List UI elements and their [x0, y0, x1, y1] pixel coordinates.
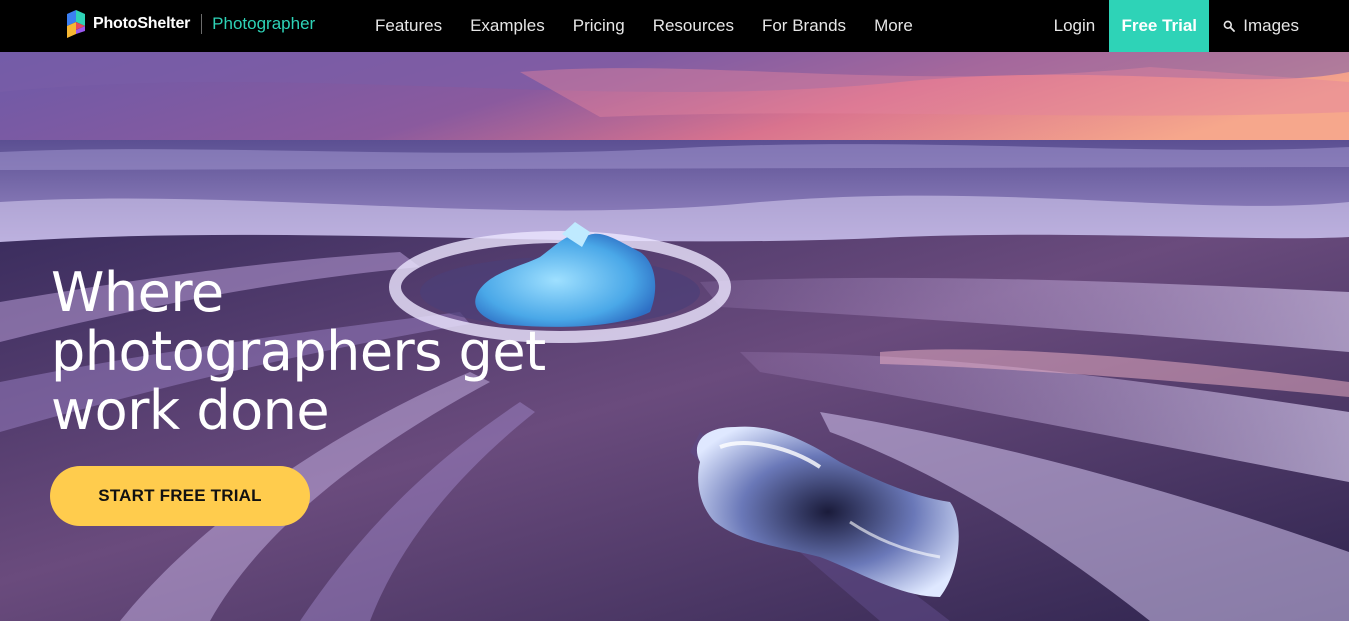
free-trial-button[interactable]: Free Trial: [1109, 0, 1210, 52]
brand-logo[interactable]: PhotoShelter Photographer: [64, 9, 315, 39]
search-icon: [1223, 20, 1236, 32]
nav-link-features[interactable]: Features: [361, 16, 456, 36]
hero-title: Where photographers get work done: [51, 261, 546, 442]
brand-name: PhotoShelter: [93, 15, 191, 32]
brand-product-label: Photographer: [212, 14, 316, 33]
start-free-trial-button[interactable]: START FREE TRIAL: [50, 466, 310, 526]
login-link[interactable]: Login: [1040, 16, 1110, 36]
nav-link-for-brands[interactable]: For Brands: [748, 16, 860, 36]
hero-section: Where photographers get work done START …: [0, 52, 1349, 621]
nav-link-more[interactable]: More: [860, 16, 927, 36]
photoshelter-logo-icon: [67, 10, 85, 38]
images-search-link[interactable]: Images: [1209, 16, 1349, 36]
nav-right-group: Login Free Trial Images: [1040, 0, 1349, 52]
brand-divider: [201, 14, 203, 34]
top-navbar: PhotoShelter Photographer Features Examp…: [0, 0, 1349, 52]
images-label: Images: [1243, 16, 1299, 35]
nav-link-resources[interactable]: Resources: [639, 16, 748, 36]
nav-link-examples[interactable]: Examples: [456, 16, 559, 36]
nav-link-pricing[interactable]: Pricing: [559, 16, 639, 36]
main-nav: Features Examples Pricing Resources For …: [361, 0, 927, 52]
